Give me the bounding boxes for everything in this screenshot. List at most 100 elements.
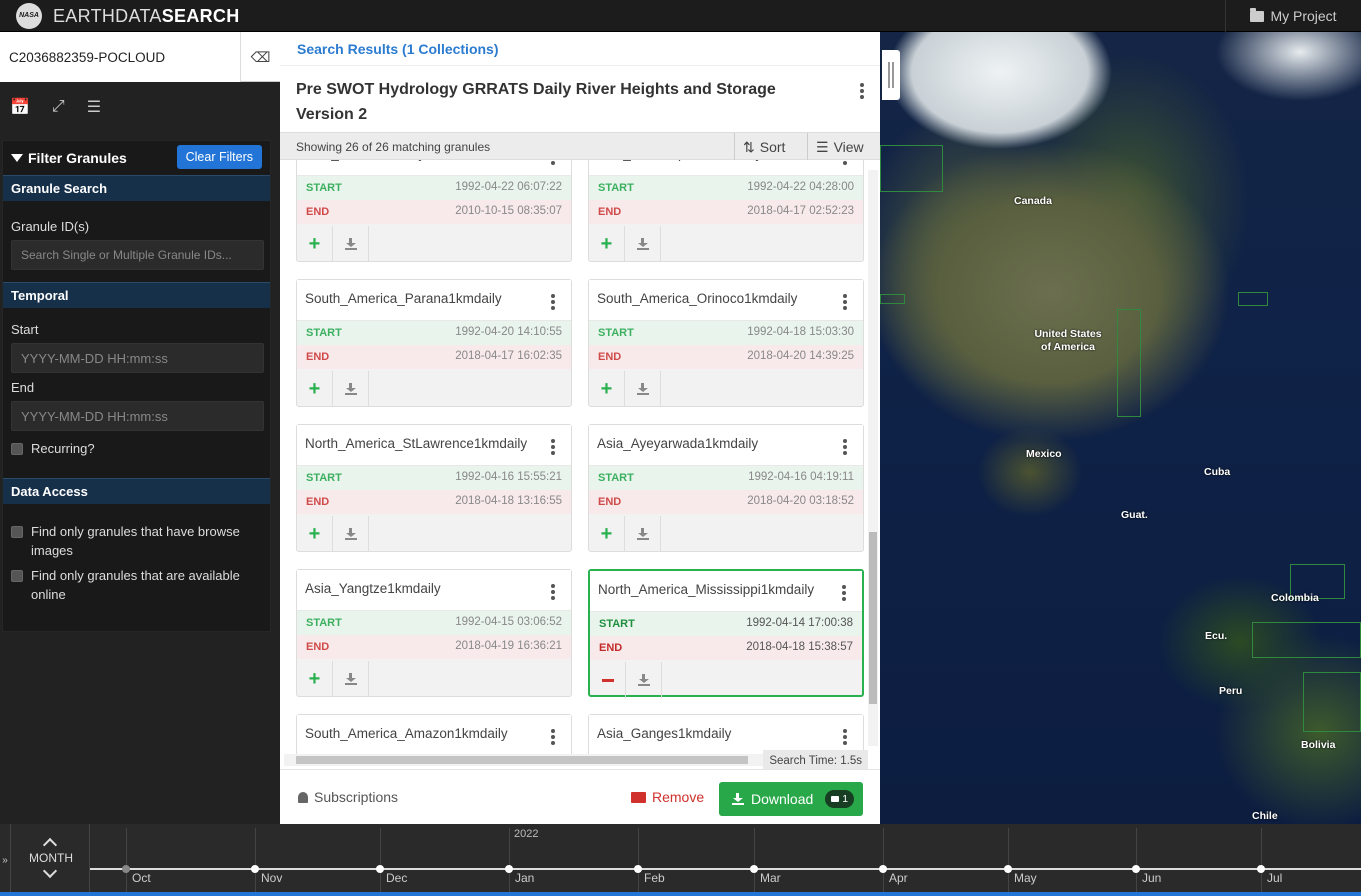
sliders-icon[interactable]: ☰	[87, 97, 101, 117]
sort-button[interactable]: ⇅ Sort	[734, 133, 807, 161]
download-count-badge: 1	[825, 790, 855, 808]
collapse-timeline-icon[interactable]: »	[0, 824, 10, 896]
calendar-icon[interactable]: 📅	[10, 97, 30, 117]
add-to-project-button[interactable]: +	[297, 516, 333, 552]
granule-end-time: 2018-04-18 15:38:57	[746, 641, 853, 653]
granule-card[interactable]: Asia_Ayeyarwada1kmdaily START 1992-04-16 0…	[588, 424, 864, 552]
download-button[interactable]: Download 1	[719, 782, 863, 816]
download-granule-button[interactable]	[333, 661, 369, 697]
granule-menu-icon[interactable]	[843, 294, 847, 312]
timeline-dot	[1004, 865, 1012, 873]
browse-checkbox[interactable]	[11, 526, 23, 538]
plus-icon: +	[600, 378, 613, 400]
granule-card[interactable]: Asia_Yangtze1kmdaily START 1992-04-15 03:0…	[296, 569, 572, 697]
granule-start-row: START 1992-04-22 06:07:22	[297, 176, 571, 200]
granule-menu-icon[interactable]	[843, 439, 847, 457]
granule-card[interactable]: South_America_Amazon1kmdailySTARTEND+	[296, 714, 572, 754]
subscriptions-button[interactable]: Subscriptions	[298, 789, 398, 805]
map[interactable]: Canada United States of America Mexico C…	[880, 32, 1361, 824]
download-granule-button[interactable]	[333, 226, 369, 262]
granule-name: North_America_StLawrence1kmdaily	[305, 436, 528, 451]
timeline-axis[interactable]: 2022 Oct Nov Dec Jan Feb Mar Apr May Jun Jul	[90, 824, 1361, 896]
zoom-out-chevron-icon[interactable]	[42, 863, 58, 879]
horizontal-scrollbar[interactable]	[284, 754, 764, 766]
search-input[interactable]	[0, 32, 240, 82]
granule-footprint[interactable]	[1252, 622, 1361, 658]
granule-footprint[interactable]	[1117, 309, 1141, 417]
timeline-year-label: 2022	[514, 828, 539, 840]
granule-menu-icon[interactable]	[551, 160, 555, 167]
granule-menu-icon[interactable]	[842, 585, 846, 603]
granule-name: South_America_Parana1kmdaily	[305, 291, 502, 306]
add-to-project-button[interactable]: +	[589, 516, 625, 552]
clear-filters-button[interactable]: Clear Filters	[176, 145, 262, 169]
granule-menu-icon[interactable]	[843, 160, 847, 167]
top-navbar: NASA EARTHDATASEARCH My Project	[0, 0, 1361, 32]
granule-card[interactable]: Asia_Ganges1kmdailySTARTEND+	[588, 714, 864, 754]
download-granule-button[interactable]	[625, 226, 661, 262]
sort-label: Sort	[759, 139, 786, 155]
granule-menu-icon[interactable]	[551, 584, 555, 602]
granule-card[interactable]: Asia_Brahmaputra1kmdaily START 1992-04-22 …	[588, 160, 864, 262]
granule-card[interactable]: North_America_Mississippi1kmdaily START 19…	[588, 569, 864, 698]
download-granule-button[interactable]	[625, 516, 661, 552]
start-key: START	[306, 327, 342, 339]
granule-footprint[interactable]	[880, 145, 943, 192]
granule-start-time: 1992-04-15 03:06:52	[455, 616, 562, 628]
remove-from-project-button[interactable]	[590, 662, 626, 698]
add-to-project-button[interactable]: +	[297, 661, 333, 697]
granule-card[interactable]: South_America_Parana1kmdaily START 1992-04…	[296, 279, 572, 407]
vertical-scroll-thumb[interactable]	[869, 532, 877, 704]
granule-footprint[interactable]	[1238, 292, 1268, 306]
timeline-line	[90, 868, 1361, 870]
granule-card[interactable]: South_America_Orinoco1kmdaily START 1992-0…	[588, 279, 864, 407]
granule-menu-icon[interactable]	[551, 294, 555, 312]
horizontal-scroll-thumb[interactable]	[296, 756, 748, 764]
view-button[interactable]: ☰ View	[807, 133, 880, 161]
my-project-button[interactable]: My Project	[1225, 0, 1361, 32]
download-granule-button[interactable]	[625, 371, 661, 407]
clear-search-button[interactable]: ⌫	[240, 32, 280, 82]
granule-menu-icon[interactable]	[551, 439, 555, 457]
panel-resize-handle[interactable]	[882, 50, 900, 100]
map-label-guatemala: Guat.	[1121, 509, 1148, 521]
crop-icon[interactable]: ⤢	[52, 98, 65, 116]
granule-menu-icon[interactable]	[843, 729, 847, 747]
timeline-dot	[122, 865, 130, 873]
timeline-month-label: Nov	[261, 871, 283, 885]
download-granule-button[interactable]	[333, 516, 369, 552]
granule-card-header	[297, 160, 571, 176]
granule-footprint[interactable]	[880, 294, 905, 304]
results-footer: Subscriptions Remove Download 1	[280, 769, 880, 824]
end-date-input[interactable]: YYYY-MM-DD HH:mm:ss	[11, 401, 264, 431]
recurring-checkbox[interactable]	[11, 443, 23, 455]
start-date-input[interactable]: YYYY-MM-DD HH:mm:ss	[11, 343, 264, 373]
download-granule-button[interactable]	[333, 371, 369, 407]
start-key: START	[598, 472, 634, 484]
list-icon: ☰	[816, 138, 829, 155]
granule-footprint[interactable]	[1303, 672, 1361, 732]
add-to-project-button[interactable]: +	[297, 371, 333, 407]
add-to-project-button[interactable]: +	[589, 226, 625, 262]
remove-button[interactable]: Remove	[631, 789, 704, 805]
add-to-project-button[interactable]: +	[297, 226, 333, 262]
temporal-heading: Temporal	[3, 282, 270, 308]
minus-icon	[601, 678, 614, 682]
search-results-heading[interactable]: Search Results (1 Collections)	[280, 32, 880, 66]
granule-end-time: 2018-04-20 14:39:25	[747, 350, 854, 362]
nasa-logo[interactable]: NASA	[16, 3, 42, 29]
app-brand[interactable]: EARTHDATASEARCH	[53, 6, 240, 27]
granule-end-row: END 2018-04-18 13:16:55	[297, 490, 571, 514]
online-row: Find only granules that are available on…	[11, 566, 262, 604]
granule-card[interactable]: North_America_StLawrence1kmdaily START 199…	[296, 424, 572, 552]
granule-menu-icon[interactable]	[551, 729, 555, 747]
zoom-in-chevron-icon[interactable]	[42, 837, 58, 853]
collection-menu-icon[interactable]	[860, 83, 864, 101]
download-granule-button[interactable]	[626, 662, 662, 698]
add-to-project-button[interactable]: +	[589, 371, 625, 407]
granule-end-row: END 2018-04-17 02:52:23	[589, 200, 863, 224]
granule-id-input[interactable]: Search Single or Multiple Granule IDs...	[11, 240, 264, 270]
vertical-scrollbar[interactable]	[868, 170, 878, 746]
online-checkbox[interactable]	[11, 570, 23, 582]
granule-card[interactable]: Asia_Indus1kmdaily START 1992-04-22 06:07:…	[296, 160, 572, 262]
